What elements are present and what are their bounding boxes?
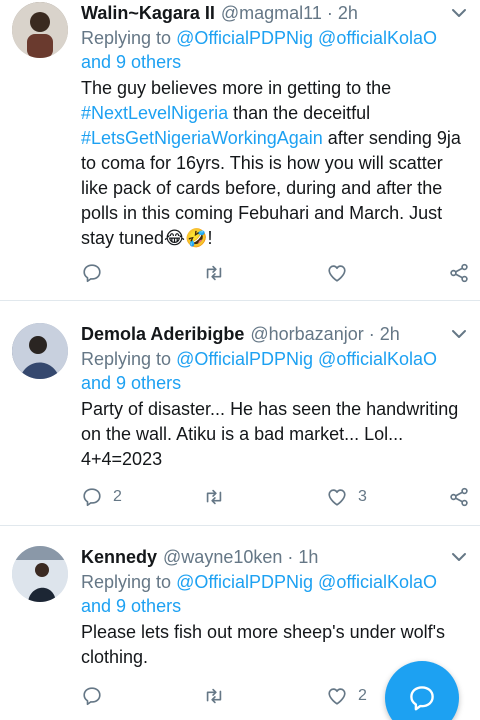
- tweet-actions: [81, 259, 471, 287]
- reply-others-link[interactable]: and 9 others: [81, 373, 181, 393]
- replying-to: Replying to @OfficialPDPNig @officialKol…: [81, 570, 468, 618]
- tweet-text-part: Please lets fish out more sheep's under …: [81, 622, 446, 667]
- hashtag-link[interactable]: #NextLevelNigeria: [81, 103, 228, 123]
- reply-icon: [83, 264, 101, 283]
- like-button[interactable]: 3: [326, 483, 367, 511]
- reply-button[interactable]: 2: [81, 483, 122, 511]
- share-button[interactable]: [448, 483, 470, 511]
- reply-mentions-link[interactable]: @OfficialPDPNig @officialKolaO: [176, 28, 437, 48]
- heart-icon: [328, 265, 346, 282]
- compose-reply-icon: [410, 686, 434, 711]
- like-button[interactable]: 2: [326, 682, 367, 710]
- replying-to: Replying to @OfficialPDPNig @officialKol…: [81, 347, 468, 395]
- reply-others-link[interactable]: and 9 others: [81, 596, 181, 616]
- tweet[interactable]: Walin~Kagara II @magmal11 · 2h Replying …: [0, 0, 480, 300]
- replying-to: Replying to @OfficialPDPNig @officialKol…: [81, 26, 468, 74]
- retweet-icon: [206, 265, 222, 281]
- user-handle[interactable]: @horbazanjor: [250, 321, 363, 347]
- like-button[interactable]: [326, 259, 358, 287]
- retweet-button[interactable]: [203, 259, 225, 287]
- display-name[interactable]: Kennedy: [81, 544, 157, 570]
- retweet-icon: [206, 688, 222, 704]
- avatar[interactable]: [12, 2, 68, 58]
- reply-icon: [83, 488, 101, 507]
- share-icon: [450, 263, 468, 283]
- share-icon: [450, 487, 468, 507]
- tweet[interactable]: Demola Aderibigbe @horbazanjor · 2h Repl…: [0, 301, 480, 525]
- tweet-text: The guy believes more in getting to the …: [81, 76, 468, 251]
- reply-mentions-link[interactable]: @OfficialPDPNig @officialKolaO: [176, 572, 437, 592]
- heart-icon: [328, 688, 346, 705]
- reply-button[interactable]: [81, 682, 113, 710]
- retweet-button[interactable]: [203, 483, 225, 511]
- reply-icon: [83, 687, 101, 706]
- share-button[interactable]: [448, 259, 470, 287]
- heart-icon: [328, 489, 346, 506]
- user-handle[interactable]: @wayne10ken: [163, 544, 282, 570]
- avatar[interactable]: [12, 546, 68, 602]
- retweet-icon: [206, 489, 222, 505]
- chevron-down-icon[interactable]: [450, 327, 468, 341]
- tweet-time[interactable]: 2h: [338, 0, 358, 26]
- replying-to-label: Replying to: [81, 572, 177, 592]
- display-name[interactable]: Demola Aderibigbe: [81, 321, 244, 347]
- separator-dot: ·: [326, 3, 333, 23]
- replying-to-label: Replying to: [81, 28, 177, 48]
- tweet-text-part: The guy believes more in getting to the: [81, 78, 392, 98]
- tweet-text-part: than the deceitful: [228, 103, 371, 123]
- reply-mentions-link[interactable]: @OfficialPDPNig @officialKolaO: [176, 349, 437, 369]
- reply-others-link[interactable]: and 9 others: [81, 52, 181, 72]
- chevron-down-icon[interactable]: [450, 6, 468, 20]
- tweet-text-part: Party of disaster... He has seen the han…: [81, 399, 459, 469]
- like-count: 2: [358, 687, 367, 704]
- hashtag-link[interactable]: #LetsGetNigeriaWorkingAgain: [81, 128, 323, 148]
- reply-button[interactable]: [81, 259, 113, 287]
- avatar[interactable]: [12, 323, 68, 379]
- replying-to-label: Replying to: [81, 349, 177, 369]
- display-name[interactable]: Walin~Kagara II: [81, 0, 215, 26]
- user-handle[interactable]: @magmal11: [221, 0, 322, 26]
- reply-count: 2: [113, 488, 122, 505]
- retweet-button[interactable]: [203, 682, 225, 710]
- chevron-down-icon[interactable]: [450, 550, 468, 564]
- tweet-time[interactable]: 2h: [380, 321, 400, 347]
- tweet-actions: 2 3: [81, 483, 471, 511]
- separator-dot: ·: [287, 547, 294, 567]
- like-count: 3: [358, 488, 367, 505]
- tweet-text: Party of disaster... He has seen the han…: [81, 397, 468, 472]
- tweet-time[interactable]: 1h: [298, 544, 318, 570]
- separator-dot: ·: [368, 324, 375, 344]
